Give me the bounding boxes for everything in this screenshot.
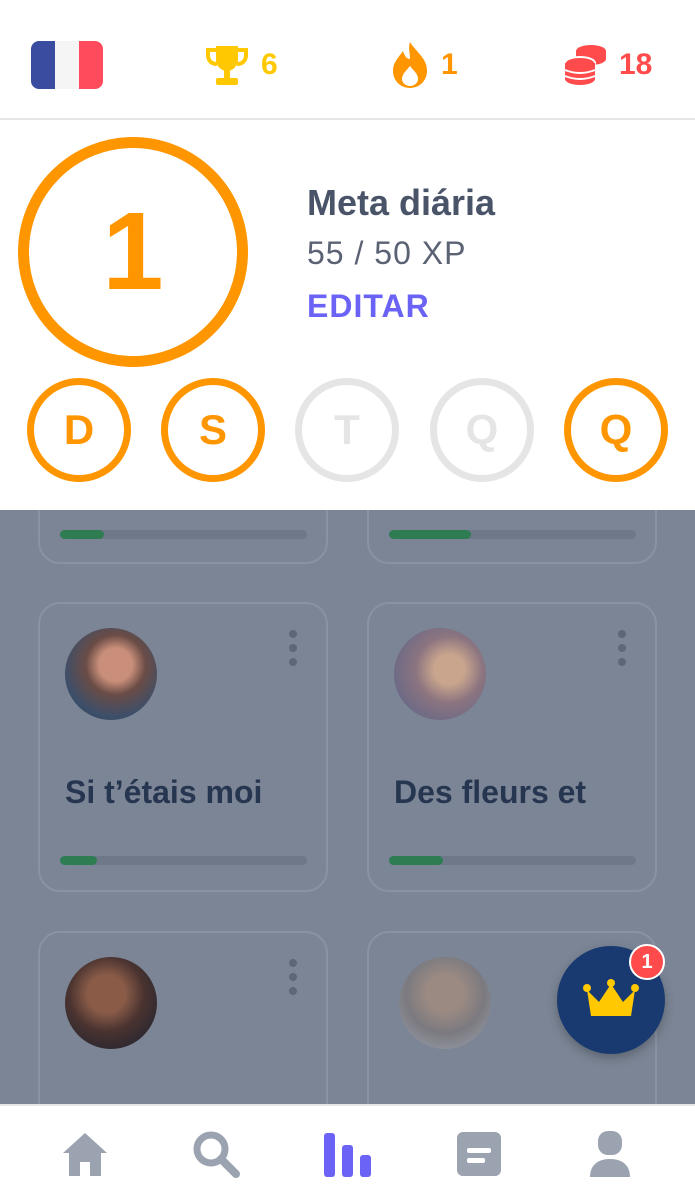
more-options-icon[interactable] (617, 630, 627, 666)
song-card[interactable]: Des fleurs et (367, 602, 657, 892)
trophy-count: 6 (261, 48, 278, 81)
trophy-icon (206, 46, 248, 85)
artist-avatar (399, 957, 491, 1049)
coins-counter[interactable]: 18 (561, 40, 652, 90)
song-card[interactable] (367, 510, 657, 564)
album-cover-avatar (394, 628, 486, 720)
song-card[interactable] (38, 931, 328, 1104)
weekday-streak-row: D S T Q Q (0, 378, 695, 482)
daily-goal-ring-value: 1 (102, 190, 164, 313)
daily-goal-progress: 55 / 50 XP (307, 235, 467, 271)
song-card[interactable] (38, 510, 328, 564)
weekday-circle: S (161, 378, 265, 482)
weekday-circle: Q (430, 378, 534, 482)
crown-icon (583, 979, 639, 1016)
nav-stats[interactable] (320, 1126, 376, 1182)
song-progress-bar (60, 856, 307, 865)
home-icon (63, 1133, 107, 1176)
daily-goal-title: Meta diária (307, 182, 496, 223)
weekday-circle: D (27, 378, 131, 482)
artist-avatar (65, 957, 157, 1049)
search-icon (193, 1131, 240, 1178)
song-progress-fill (389, 530, 471, 539)
daily-goal-panel: 1 Meta diária 55 / 50 XP EDITAR D S T Q … (0, 122, 695, 510)
app-screen: 6 1 18 1 Meta diária 55 / 50 XP EDITAR D… (0, 0, 695, 1200)
bottom-navigation (0, 1104, 695, 1200)
song-progress-fill (60, 530, 105, 539)
song-title: Si t’étais moi (65, 774, 263, 810)
stats-bars-icon (324, 1133, 371, 1177)
nav-news[interactable] (451, 1126, 507, 1182)
coins-stack-icon (564, 45, 606, 85)
song-progress-bar (389, 856, 636, 865)
nav-home[interactable] (57, 1126, 113, 1182)
artist-avatar (65, 628, 157, 720)
song-progress-fill (60, 856, 98, 865)
weekday-circle: T (295, 378, 399, 482)
daily-goal-ring: 1 (18, 137, 248, 367)
notification-badge: 1 (629, 944, 665, 980)
more-options-icon[interactable] (288, 959, 298, 995)
streak-count: 1 (441, 48, 458, 81)
profile-icon (590, 1131, 630, 1177)
weekday-circle: Q (564, 378, 668, 482)
more-options-icon[interactable] (288, 630, 298, 666)
nav-search[interactable] (188, 1126, 244, 1182)
edit-goal-button[interactable]: EDITAR (307, 288, 430, 325)
coins-count: 18 (619, 48, 653, 81)
flame-icon (393, 42, 427, 88)
song-progress-bar (60, 530, 307, 539)
song-card[interactable]: Si t’étais moi (38, 602, 328, 892)
trophy-counter[interactable]: 6 (203, 40, 278, 90)
nav-profile[interactable] (582, 1126, 638, 1182)
song-title: Des fleurs et (394, 774, 587, 810)
top-status-bar: 6 1 18 (0, 0, 695, 120)
streak-counter[interactable]: 1 (389, 40, 458, 90)
france-flag-icon[interactable] (31, 41, 103, 89)
song-progress-bar (389, 530, 636, 539)
song-progress-fill (389, 856, 444, 865)
news-icon (457, 1132, 501, 1176)
